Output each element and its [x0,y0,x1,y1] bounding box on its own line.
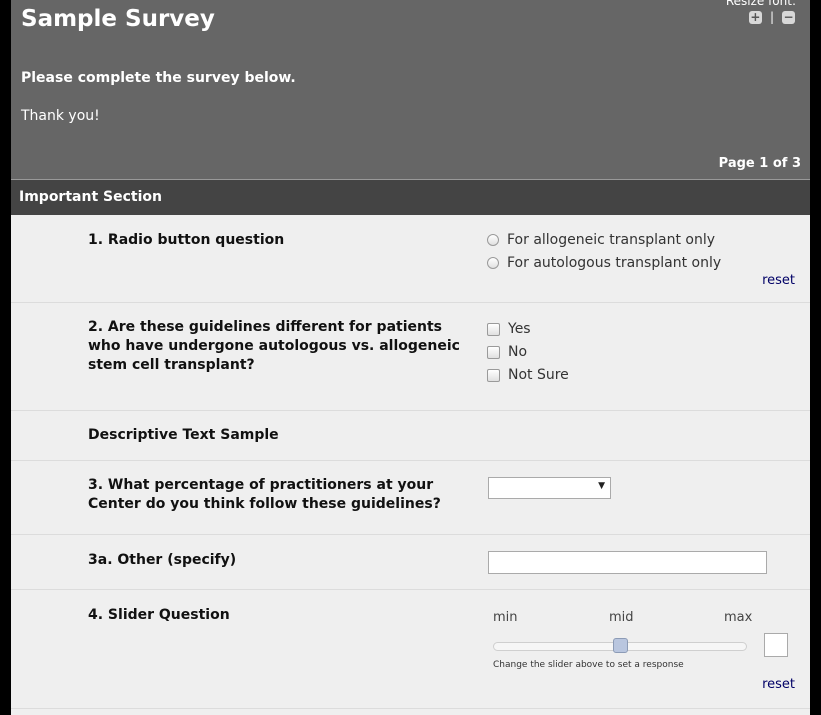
decrease-font-icon[interactable]: − [782,11,795,24]
question-row-3: 3. What percentage of practitioners at y… [11,461,810,535]
checkbox-option-not-sure[interactable]: Not Sure [487,367,569,383]
survey-thanks: Thank you! [21,108,100,124]
resize-font-controls: + | − [748,10,795,24]
section-header: Important Section [11,180,810,215]
slider-help-text: Change the slider above to set a respons… [493,660,684,670]
other-specify-input[interactable] [488,551,767,574]
survey-title: Sample Survey [21,6,215,32]
question-row-3a: 3a. Other (specify) [11,535,810,590]
option-label[interactable]: No [508,344,527,360]
option-label[interactable]: Not Sure [508,367,569,383]
question-row-4: 4. Slider Question min mid max Change th… [11,590,810,709]
increase-font-icon[interactable]: + [748,11,762,24]
percentage-dropdown[interactable]: ▼ [488,477,611,499]
option-label[interactable]: Yes [508,321,531,337]
reset-link[interactable]: reset [762,273,795,288]
checkbox-option-no[interactable]: No [487,344,527,360]
slider-value-input[interactable] [764,633,788,657]
question-row-1: 1. Radio button question For allogeneic … [11,215,810,303]
checkbox[interactable] [487,322,500,336]
question-row-2: 2. Are these guidelines different for pa… [11,303,810,411]
slider-min-label: min [493,610,518,625]
question-label: 4. Slider Question [88,607,230,623]
question-label: 3. What percentage of practitioners at y… [88,477,441,512]
checkbox-option-yes[interactable]: Yes [487,321,531,337]
descriptive-text: Descriptive Text Sample [88,427,279,443]
radio-button[interactable] [487,257,499,269]
resize-separator: | [769,10,774,24]
survey-container: Sample Survey Resize font: + | − Please … [11,0,810,715]
survey-header: Sample Survey Resize font: + | − Please … [11,0,810,180]
slider-mid-label: mid [609,610,634,625]
option-label[interactable]: For allogeneic transplant only [507,232,715,248]
question-label: 1. Radio button question [88,232,285,248]
radio-button[interactable] [487,234,499,246]
resize-font-label: Resize font: [725,0,796,8]
survey-instructions: Please complete the survey below. [21,70,296,86]
radio-option-autologous[interactable]: For autologous transplant only [487,255,721,271]
slider-max-label: max [724,610,753,625]
checkbox[interactable] [487,345,500,359]
reset-link[interactable]: reset [762,677,795,692]
option-label[interactable]: For autologous transplant only [507,255,721,271]
page-indicator: Page 1 of 3 [718,156,801,171]
chevron-down-icon[interactable]: ▼ [598,481,605,491]
slider-handle[interactable] [613,638,628,653]
checkbox[interactable] [487,368,500,382]
radio-option-allogeneic[interactable]: For allogeneic transplant only [487,232,715,248]
descriptive-row: Descriptive Text Sample [11,411,810,461]
question-label: 3a. Other (specify) [88,552,237,568]
question-label: 2. Are these guidelines different for pa… [88,319,460,373]
